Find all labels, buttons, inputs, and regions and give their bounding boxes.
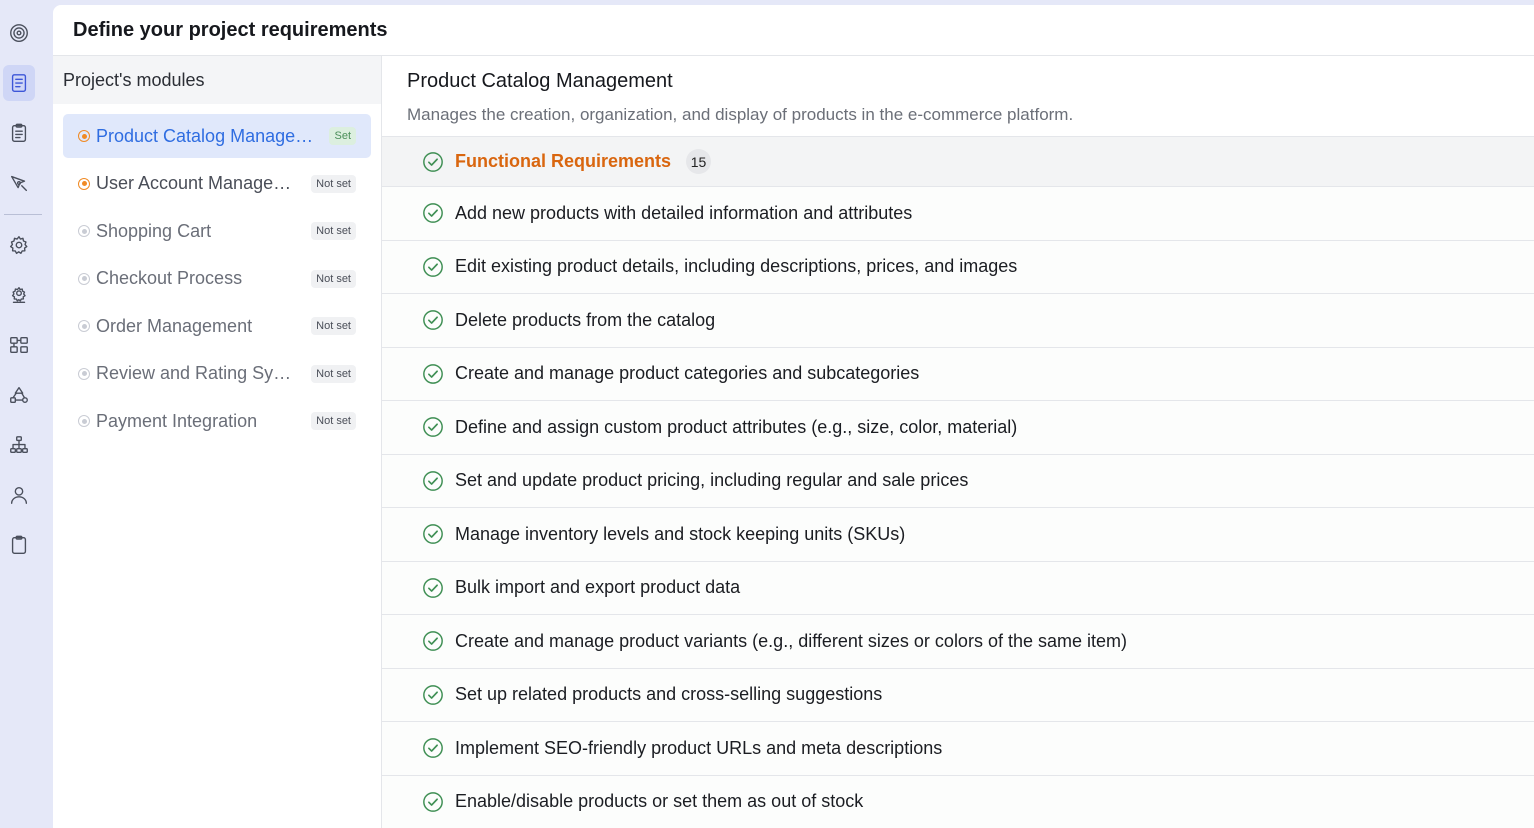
module-label: Payment Integration xyxy=(96,410,258,431)
module-label: Review and Rating System xyxy=(96,363,300,383)
status-badge: Not set xyxy=(311,269,356,288)
requirement-row[interactable]: Enable/disable products or set them as o… xyxy=(382,775,1534,828)
module-list: Product Catalog Management Set User Accoun… xyxy=(53,104,381,443)
module-item[interactable]: Product Catalog Management Set xyxy=(63,114,371,158)
check-circle-icon xyxy=(422,737,444,759)
check-circle-icon xyxy=(422,309,444,331)
module-item[interactable]: Checkout Process Not set xyxy=(63,257,371,301)
requirement-text: Define and assign custom product attribu… xyxy=(455,416,1018,437)
status-badge: Set xyxy=(329,127,356,145)
module-item[interactable]: Order Management Not set xyxy=(63,304,371,348)
module-label: Shopping Cart xyxy=(96,220,212,241)
module-item[interactable]: Payment Integration Not set xyxy=(63,399,371,443)
module-description: Manages the creation, organization, and … xyxy=(407,105,1074,124)
requirement-row[interactable]: Set up related products and cross-sellin… xyxy=(382,668,1534,722)
check-circle-icon xyxy=(422,202,444,224)
pen-tool-icon[interactable] xyxy=(3,165,35,201)
requirement-text: Enable/disable products or set them as o… xyxy=(455,791,864,812)
check-circle-icon xyxy=(422,151,444,173)
status-badge: Not set xyxy=(311,174,356,193)
hierarchy-icon[interactable] xyxy=(3,427,35,463)
requirement-text: Implement SEO-friendly product URLs and … xyxy=(455,737,943,758)
requirement-list: Add new products with detailed informati… xyxy=(382,187,1534,828)
check-circle-icon xyxy=(422,470,444,492)
status-dot-icon xyxy=(78,130,90,142)
requirement-text: Delete products from the catalog xyxy=(455,309,716,330)
check-circle-icon xyxy=(422,363,444,385)
target-icon[interactable] xyxy=(3,15,35,51)
requirement-text: Create and manage product variants (e.g.… xyxy=(455,630,1127,651)
check-circle-icon xyxy=(422,577,444,599)
flow-shapes-icon[interactable] xyxy=(3,377,35,413)
check-circle-icon xyxy=(422,684,444,706)
clipboard-icon[interactable] xyxy=(3,527,35,563)
check-circle-icon xyxy=(422,630,444,652)
requirement-text: Bulk import and export product data xyxy=(455,577,741,598)
requirement-row[interactable]: Delete products from the catalog xyxy=(382,294,1534,348)
module-label: User Account Management xyxy=(96,173,300,193)
requirement-row[interactable]: Manage inventory levels and stock keepin… xyxy=(382,508,1534,562)
page-title: Define your project requirements xyxy=(73,18,388,41)
module-label: Checkout Process xyxy=(96,268,243,288)
icon-rail xyxy=(0,0,53,828)
requirement-row[interactable]: Bulk import and export product data xyxy=(382,561,1534,615)
requirement-row[interactable]: Create and manage product categories and… xyxy=(382,347,1534,401)
status-badge: Not set xyxy=(311,317,356,335)
module-item[interactable]: User Account Management Not set xyxy=(63,162,371,206)
module-item[interactable]: Shopping Cart Not set xyxy=(63,209,371,253)
requirement-row[interactable]: Implement SEO-friendly product URLs and … xyxy=(382,722,1534,776)
status-badge: Not set xyxy=(311,364,356,383)
status-dot-icon xyxy=(78,415,90,427)
clipboard-list-icon[interactable] xyxy=(3,115,35,151)
module-title: Product Catalog Management xyxy=(407,70,673,92)
check-circle-icon xyxy=(422,791,444,813)
requirement-text: Manage inventory levels and stock keepin… xyxy=(455,523,906,544)
section-title: Functional Requirements xyxy=(455,151,672,171)
requirement-text: Edit existing product details, including… xyxy=(455,256,1018,277)
network-gear-icon[interactable] xyxy=(3,277,35,313)
requirement-row[interactable]: Create and manage product variants (e.g.… xyxy=(382,615,1534,669)
status-dot-icon xyxy=(78,272,90,285)
check-circle-icon xyxy=(422,416,444,438)
requirement-text: Create and manage product categories and… xyxy=(455,363,920,384)
functional-requirements-header[interactable]: Functional Requirements 15 xyxy=(382,137,1534,187)
user-icon[interactable] xyxy=(3,477,35,513)
requirement-text: Set up related products and cross-sellin… xyxy=(455,684,883,705)
module-label: Product Catalog Management xyxy=(96,125,318,146)
requirement-row[interactable]: Edit existing product details, including… xyxy=(382,240,1534,294)
requirement-count-badge: 15 xyxy=(686,149,712,174)
status-dot-icon xyxy=(78,320,90,332)
rail-divider xyxy=(4,214,42,215)
requirement-text: Set and update product pricing, includin… xyxy=(455,470,969,491)
status-dot-icon xyxy=(78,367,90,380)
status-dot-icon xyxy=(78,177,90,190)
check-circle-icon xyxy=(422,256,444,278)
requirement-row[interactable]: Set and update product pricing, includin… xyxy=(382,454,1534,508)
requirement-row[interactable]: Define and assign custom product attribu… xyxy=(382,401,1534,455)
document-icon[interactable] xyxy=(3,65,35,101)
module-item[interactable]: Review and Rating System Not set xyxy=(63,352,371,396)
page-header: Define your project requirements xyxy=(53,5,1534,56)
module-label: Order Management xyxy=(96,315,253,336)
modules-heading: Project's modules xyxy=(53,56,381,104)
requirement-text: Add new products with detailed informati… xyxy=(455,202,913,223)
status-badge: Not set xyxy=(311,412,356,430)
check-circle-icon xyxy=(422,523,444,545)
requirement-row[interactable]: Add new products with detailed informati… xyxy=(382,187,1534,241)
grid-modules-icon[interactable] xyxy=(3,327,35,363)
module-detail: Product Catalog Management Manages the c… xyxy=(382,56,1534,828)
settings-icon[interactable] xyxy=(3,227,35,263)
module-header: Product Catalog Management Manages the c… xyxy=(382,56,1534,137)
status-dot-icon xyxy=(78,225,90,237)
status-badge: Not set xyxy=(311,222,356,240)
main-panel: Define your project requirements Project… xyxy=(53,5,1534,828)
modules-sidebar: Project's modules Product Catalog Manage… xyxy=(53,56,382,828)
